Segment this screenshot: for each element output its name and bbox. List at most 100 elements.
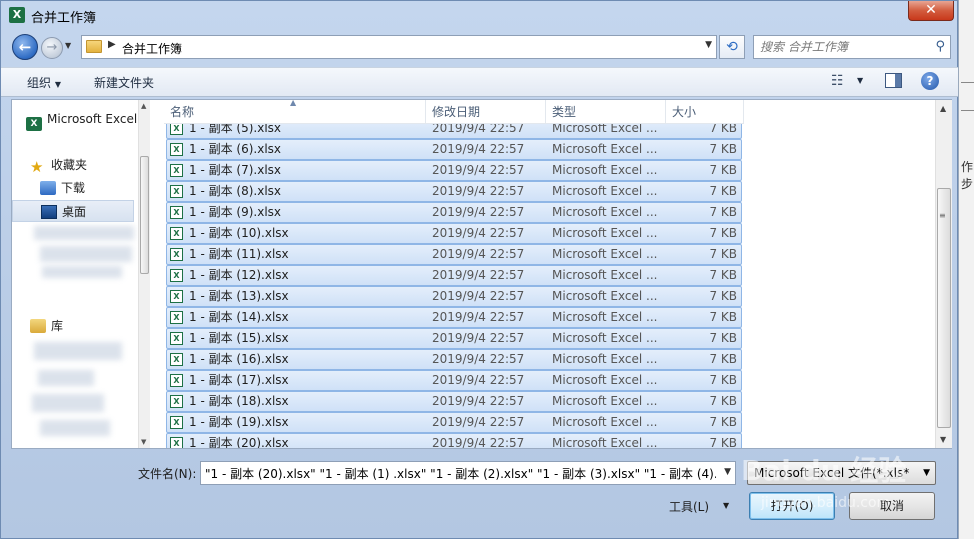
view-options-icon[interactable]: ☷ bbox=[831, 73, 844, 89]
file-size: 7 KB bbox=[709, 310, 737, 324]
file-type: Microsoft Excel ... bbox=[552, 184, 658, 198]
navigation-bar: ← → ▼ ▶ 合并工作簿 ▼ ⟲ ⚲ bbox=[1, 31, 959, 63]
refresh-button[interactable]: ⟲ bbox=[719, 35, 745, 59]
tools-button[interactable]: 工具(L) bbox=[669, 498, 709, 515]
column-date[interactable]: 修改日期 bbox=[426, 100, 546, 124]
file-type: Microsoft Excel ... bbox=[552, 394, 658, 408]
file-type: Microsoft Excel ... bbox=[552, 226, 658, 240]
help-button[interactable]: ? bbox=[921, 72, 939, 90]
file-row[interactable]: X 1 - 副本 (19).xlsx 2019/9/4 22:57 Microsoft… bbox=[166, 412, 742, 433]
sidebar-item-label: 收藏夹 bbox=[51, 158, 88, 172]
file-name: 1 - 副本 (15).xlsx bbox=[189, 331, 289, 345]
file-type: Microsoft Excel ... bbox=[552, 436, 658, 448]
file-date: 2019/9/4 22:57 bbox=[432, 394, 525, 408]
column-header: 名称 ▲ 修改日期 类型 大小 bbox=[164, 100, 744, 124]
browser-content: X Microsoft Excel ★ 收藏夹 下载 桌面 库 ▲ ▼ X1 - 副… bbox=[11, 99, 952, 449]
open-button[interactable]: 打开(O) bbox=[749, 492, 835, 520]
close-button[interactable]: ✕ bbox=[908, 1, 954, 21]
scroll-down-icon[interactable]: ▼ bbox=[940, 435, 946, 444]
window-title: 合并工作簿 bbox=[31, 11, 97, 26]
file-row[interactable]: X 1 - 副本 (13).xlsx 2019/9/4 22:57 Microsoft… bbox=[166, 286, 742, 307]
file-row[interactable]: X 1 - 副本 (9).xlsx 2019/9/4 22:57 Microsoft … bbox=[166, 202, 742, 223]
file-row[interactable]: X 1 - 副本 (12).xlsx 2019/9/4 22:57 Microsoft… bbox=[166, 265, 742, 286]
scroll-thumb[interactable] bbox=[937, 188, 951, 428]
organize-button[interactable]: 组织 ▼ bbox=[27, 74, 61, 91]
file-type: Microsoft Excel ... bbox=[552, 415, 658, 429]
sidebar-item-label: 桌面 bbox=[62, 205, 87, 219]
file-row[interactable]: X 1 - 副本 (6).xlsx 2019/9/4 22:57 Microsoft … bbox=[166, 139, 742, 160]
search-box[interactable]: ⚲ bbox=[753, 35, 951, 59]
file-row[interactable]: X 1 - 副本 (16).xlsx 2019/9/4 22:57 Microsoft… bbox=[166, 349, 742, 370]
excel-file-icon: X bbox=[170, 269, 183, 282]
file-name: 1 - 副本 (11).xlsx bbox=[189, 247, 289, 261]
file-row[interactable]: X 1 - 副本 (18).xlsx 2019/9/4 22:57 Microsoft… bbox=[166, 391, 742, 412]
excel-file-icon: X bbox=[170, 248, 183, 261]
scroll-up-icon[interactable]: ▲ bbox=[940, 104, 946, 113]
file-row[interactable]: X 1 - 副本 (20).xlsx 2019/9/4 22:57 Microsoft… bbox=[166, 433, 742, 448]
address-dropdown-icon[interactable]: ▼ bbox=[705, 40, 712, 50]
search-icon[interactable]: ⚲ bbox=[935, 39, 945, 54]
sidebar-item-downloads[interactable]: 下载 bbox=[40, 177, 150, 199]
file-row[interactable]: X 1 - 副本 (14).xlsx 2019/9/4 22:57 Microsoft… bbox=[166, 307, 742, 328]
navigation-pane: X Microsoft Excel ★ 收藏夹 下载 桌面 库 ▲ ▼ bbox=[12, 100, 150, 448]
file-row[interactable]: X 1 - 副本 (8).xlsx 2019/9/4 22:57 Microsoft … bbox=[166, 181, 742, 202]
file-type: Microsoft Excel ... bbox=[552, 289, 658, 303]
file-size: 7 KB bbox=[709, 415, 737, 429]
file-size: 7 KB bbox=[709, 352, 737, 366]
file-type: Microsoft Excel ... bbox=[552, 352, 658, 366]
forward-button[interactable]: → bbox=[41, 37, 63, 59]
navigation-scrollbar[interactable]: ▲ ▼ bbox=[138, 100, 150, 448]
open-file-dialog: X 合并工作簿 ✕ ← → ▼ ▶ 合并工作簿 ▼ ⟲ ⚲ 组织 ▼ 新建文件夹… bbox=[0, 0, 959, 539]
filename-dropdown-icon[interactable]: ▼ bbox=[724, 467, 731, 477]
sidebar-item-libraries[interactable]: 库 bbox=[30, 315, 150, 337]
sidebar-item-desktop[interactable]: 桌面 bbox=[12, 200, 134, 222]
preview-pane-icon[interactable] bbox=[885, 73, 902, 88]
excel-file-icon: X bbox=[170, 164, 183, 177]
file-type: Microsoft Excel ... bbox=[552, 247, 658, 261]
column-type[interactable]: 类型 bbox=[546, 100, 666, 124]
history-dropdown-icon[interactable]: ▼ bbox=[65, 41, 71, 50]
file-size: 7 KB bbox=[709, 205, 737, 219]
file-name: 1 - 副本 (20).xlsx bbox=[189, 436, 289, 448]
tools-dropdown-icon[interactable]: ▼ bbox=[723, 501, 729, 510]
file-name: 1 - 副本 (19).xlsx bbox=[189, 415, 289, 429]
scroll-up-icon[interactable]: ▲ bbox=[141, 102, 146, 110]
file-row[interactable]: X 1 - 副本 (17).xlsx 2019/9/4 22:57 Microsoft… bbox=[166, 370, 742, 391]
sidebar-item-excel[interactable]: X Microsoft Excel bbox=[26, 108, 150, 131]
scroll-grip-icon: ≡ bbox=[939, 211, 946, 220]
file-row[interactable]: X 1 - 副本 (10).xlsx 2019/9/4 22:57 Microsoft… bbox=[166, 223, 742, 244]
scroll-down-icon[interactable]: ▼ bbox=[141, 438, 146, 446]
breadcrumb-chevron-icon[interactable]: ▶ bbox=[108, 39, 116, 50]
file-type: Microsoft Excel ... bbox=[552, 331, 658, 345]
file-name: 1 - 副本 (12).xlsx bbox=[189, 268, 289, 282]
excel-app-icon: X bbox=[9, 7, 25, 23]
sidebar-item-favorites[interactable]: ★ 收藏夹 bbox=[30, 154, 150, 176]
file-size: 7 KB bbox=[709, 436, 737, 448]
cancel-button[interactable]: 取消 bbox=[849, 492, 935, 520]
view-dropdown-icon[interactable]: ▼ bbox=[857, 76, 863, 85]
file-row[interactable]: X 1 - 副本 (15).xlsx 2019/9/4 22:57 Microsoft… bbox=[166, 328, 742, 349]
redacted-item bbox=[34, 342, 122, 360]
file-type: Microsoft Excel ... bbox=[552, 373, 658, 387]
file-date: 2019/9/4 22:57 bbox=[432, 184, 525, 198]
file-size: 7 KB bbox=[709, 373, 737, 387]
back-button[interactable]: ← bbox=[12, 34, 38, 60]
file-row[interactable]: X 1 - 副本 (7).xlsx 2019/9/4 22:57 Microsoft … bbox=[166, 160, 742, 181]
filename-combobox[interactable]: ▼ bbox=[200, 461, 736, 485]
file-list-scrollbar[interactable]: ▲ ≡ ▼ bbox=[935, 100, 952, 448]
breadcrumb-current[interactable]: 合并工作簿 bbox=[122, 40, 182, 57]
search-input[interactable] bbox=[754, 36, 924, 58]
redacted-item bbox=[34, 226, 134, 240]
redacted-item bbox=[38, 370, 94, 386]
file-row[interactable]: X 1 - 副本 (11).xlsx 2019/9/4 22:57 Microsoft… bbox=[166, 244, 742, 265]
filetype-select[interactable]: Microsoft Excel 文件(*.xls* ▼ bbox=[747, 461, 936, 485]
divider bbox=[961, 110, 974, 111]
column-size[interactable]: 大小 bbox=[666, 100, 744, 124]
address-bar[interactable]: ▶ 合并工作簿 ▼ bbox=[81, 35, 717, 59]
file-size: 7 KB bbox=[709, 226, 737, 240]
scroll-thumb[interactable] bbox=[140, 156, 149, 274]
new-folder-button[interactable]: 新建文件夹 bbox=[94, 74, 154, 91]
library-icon bbox=[30, 319, 46, 333]
file-date: 2019/9/4 22:57 bbox=[432, 163, 525, 177]
filename-input[interactable] bbox=[201, 462, 716, 484]
